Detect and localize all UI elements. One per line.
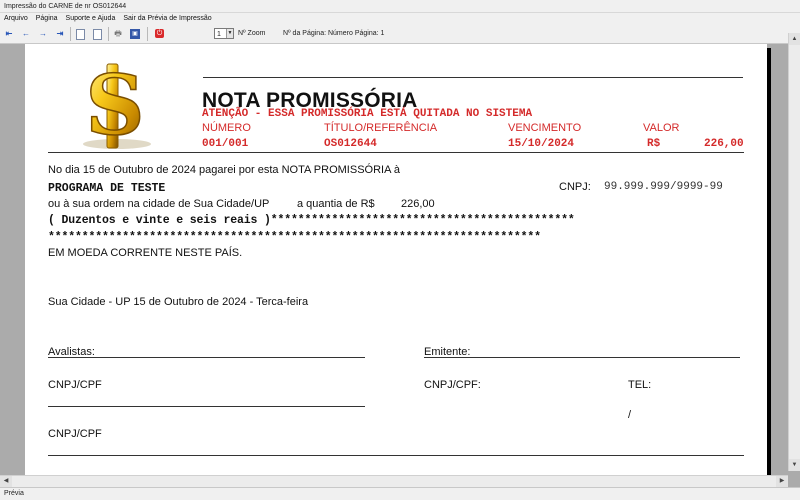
toolbar-separator <box>147 27 148 41</box>
print-icon[interactable]: 🖶 <box>112 28 124 39</box>
amount-label: a quantia de R$ <box>297 198 375 210</box>
print-page: S NOTA PROMISSÓRIA ATENÇÃO - ESSA PROMIS… <box>25 44 767 475</box>
page-number-label: Nº da Página: Número Página: 1 <box>283 30 385 37</box>
menu-arquivo[interactable]: Arquivo <box>0 13 32 24</box>
status-bar: Prévia <box>0 487 800 500</box>
header-rule <box>48 152 744 153</box>
value-numero: 001/001 <box>202 138 249 150</box>
amount-value: 226,00 <box>401 198 435 210</box>
scroll-left-icon[interactable]: ◀ <box>0 476 12 487</box>
avalistas-signature-line <box>48 357 365 358</box>
amount-in-words: ( Duzentos e vinte e seis reais )*******… <box>48 214 575 227</box>
scroll-right-icon[interactable]: ▶ <box>776 476 788 487</box>
avalista-cnpj-cpf-1: CNPJ/CPF <box>48 379 102 391</box>
promise-line: No dia 15 de Outubro de 2024 pagarei por… <box>48 164 400 176</box>
avalista-2-signature-line <box>48 406 365 407</box>
toolbar: ⇤ ← → ⇥ 🖶 ▣ ⏻ 1 ▼ Nº Zoom Nº da Página: … <box>0 24 800 44</box>
dollar-sign-icon: S <box>83 62 151 150</box>
toolbar-separator <box>108 27 109 41</box>
next-page-icon[interactable]: → <box>37 28 49 39</box>
value-valor: 226,00 <box>704 138 744 150</box>
value-moeda: R$ <box>647 138 661 150</box>
currency-line: EM MOEDA CORRENTE NESTE PAÍS. <box>48 247 243 259</box>
menu-suporte[interactable]: Suporte e Ajuda <box>62 13 120 24</box>
menu-pagina[interactable]: Página <box>32 13 62 24</box>
header-vencimento: VENCIMENTO <box>508 122 582 134</box>
top-rule <box>203 77 743 78</box>
value-titulo: OS012644 <box>324 138 377 150</box>
cnpj-label: CNPJ: <box>559 181 591 193</box>
avalista-cnpj-cpf-2: CNPJ/CPF <box>48 428 102 440</box>
menu-bar: Arquivo Página Suporte e Ajuda Sair da P… <box>0 13 800 24</box>
vertical-scrollbar[interactable]: ▲ ▼ <box>788 33 800 471</box>
header-numero: NÚMERO <box>202 122 251 134</box>
page-width-icon[interactable] <box>93 29 102 40</box>
emitente-signature-line <box>424 357 740 358</box>
zoom-label: Nº Zoom <box>238 30 266 37</box>
svg-text:S: S <box>85 62 144 150</box>
zoom-select[interactable]: 1 ▼ <box>214 28 234 39</box>
payee-name: PROGRAMA DE TESTE <box>48 182 166 195</box>
header-valor: VALOR <box>643 122 680 134</box>
window-title: Impressão do CARNE de nr OS012644 <box>0 0 800 13</box>
place-date: Sua Cidade - UP 15 de Outubro de 2024 - … <box>48 296 309 308</box>
menu-sair[interactable]: Sair da Prévia de Impressão <box>119 13 215 24</box>
zoom-value: 1 <box>217 31 221 38</box>
chevron-down-icon[interactable]: ▼ <box>226 29 233 38</box>
single-page-icon[interactable] <box>76 29 85 40</box>
stars-line: ****************************************… <box>48 231 541 244</box>
last-page-icon[interactable]: ⇥ <box>54 28 66 39</box>
first-page-icon[interactable]: ⇤ <box>3 28 15 39</box>
paid-warning: ATENÇÃO - ESSA PROMISSÓRIA ESTÁ QUITADA … <box>202 108 533 120</box>
bottom-rule <box>48 455 744 456</box>
close-preview-icon[interactable]: ⏻ <box>155 29 164 38</box>
emitente-cnpj-cpf: CNPJ/CPF: <box>424 379 481 391</box>
tel-label: TEL: <box>628 379 652 391</box>
value-vencimento: 15/10/2024 <box>508 138 575 150</box>
slash-mark: / <box>628 409 632 421</box>
scroll-down-icon[interactable]: ▼ <box>789 459 800 471</box>
prev-page-icon[interactable]: ← <box>20 28 32 39</box>
export-icon[interactable]: ▣ <box>130 29 140 39</box>
city-line: ou à sua ordem na cidade de Sua Cidade/U… <box>48 198 270 210</box>
header-titulo: TÍTULO/REFERÊNCIA <box>324 122 438 134</box>
horizontal-scrollbar[interactable]: ◀ ▶ <box>0 475 788 487</box>
cnpj-value: 99.999.999/9999-99 <box>604 181 723 193</box>
scroll-up-icon[interactable]: ▲ <box>789 33 800 45</box>
toolbar-separator <box>70 27 71 41</box>
